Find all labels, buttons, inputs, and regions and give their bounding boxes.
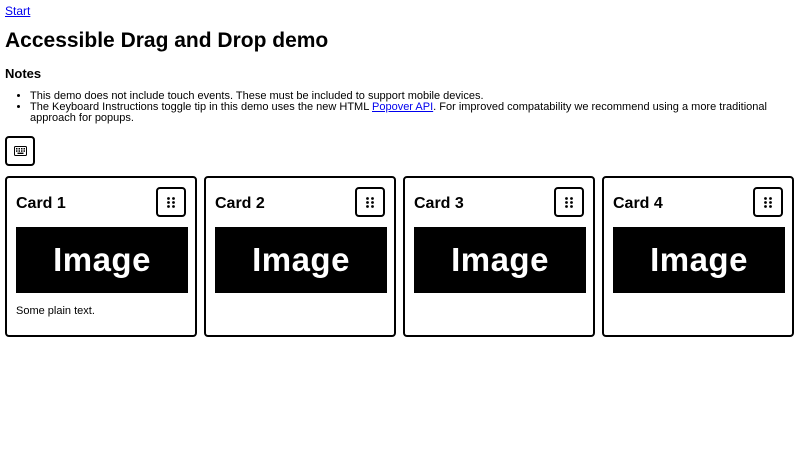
- card[interactable]: Card 2 Image: [204, 176, 396, 337]
- drag-handle-button[interactable]: [156, 187, 186, 217]
- keyboard-icon: [13, 146, 27, 156]
- card-title: Card 4: [613, 195, 663, 212]
- card-title: Card 1: [16, 195, 66, 212]
- drag-handle-button[interactable]: [355, 187, 385, 217]
- card-image: Image: [613, 227, 785, 293]
- card-title: Card 2: [215, 195, 265, 212]
- card-title: Card 3: [414, 195, 464, 212]
- card[interactable]: Card 4 Image: [602, 176, 794, 337]
- drag-handle-icon: [764, 196, 772, 208]
- keyboard-instructions-button[interactable]: [5, 136, 35, 166]
- drag-handle-button[interactable]: [554, 187, 584, 217]
- page-title: Accessible Drag and Drop demo: [5, 29, 329, 52]
- popover-api-link[interactable]: Popover API: [372, 101, 433, 113]
- card-image: Image: [215, 227, 387, 293]
- drag-handle-button[interactable]: [753, 187, 783, 217]
- drag-handle-icon: [167, 196, 175, 208]
- card-list: Card 1 Image Some plain text. Card 2 Ima…: [5, 176, 794, 337]
- drag-handle-icon: [366, 196, 374, 208]
- card[interactable]: Card 3 Image: [403, 176, 595, 337]
- card-text: Some plain text.: [16, 305, 95, 317]
- skip-link-start[interactable]: Start: [5, 4, 30, 18]
- notes-list: This demo does not include touch events.…: [5, 91, 785, 124]
- card-image: Image: [16, 227, 188, 293]
- drag-handle-icon: [565, 196, 573, 208]
- card[interactable]: Card 1 Image Some plain text.: [5, 176, 197, 337]
- notes-item-popover: The Keyboard Instructions toggle tip in …: [30, 102, 785, 124]
- page: Start Accessible Drag and Drop demo Note…: [0, 0, 800, 450]
- notes-heading: Notes: [5, 66, 42, 81]
- card-image: Image: [414, 227, 586, 293]
